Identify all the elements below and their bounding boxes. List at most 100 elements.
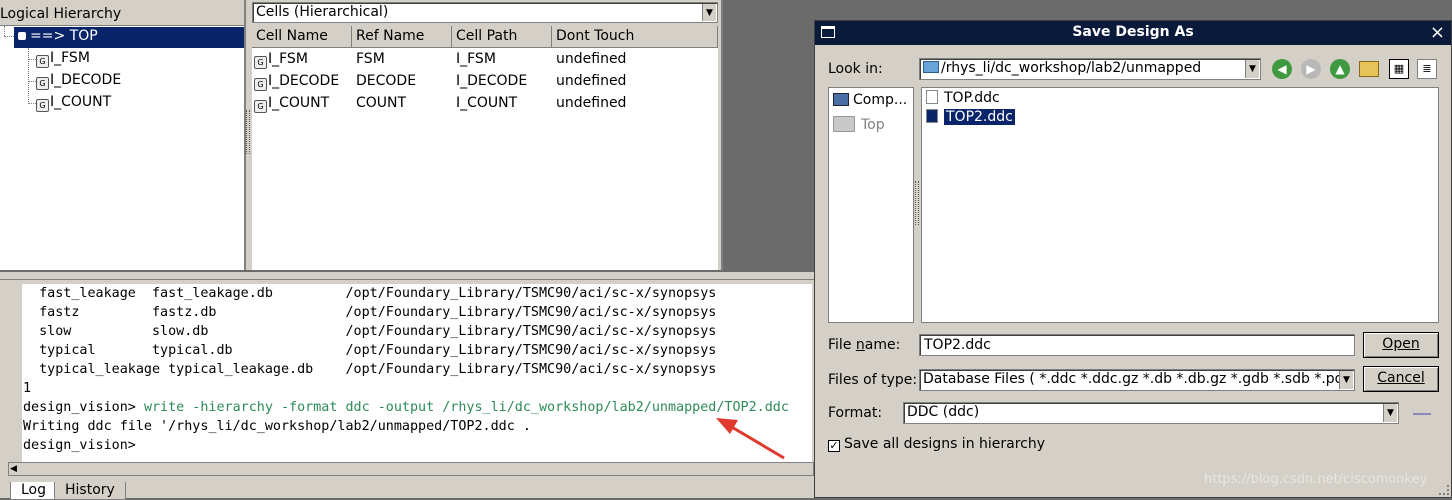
console-command-line: design_vision> write -hierarchy -format … [23,400,812,419]
file-name: TOP.ddc [944,90,1000,106]
hierarchy-header: Logical Hierarchy [0,4,244,26]
resize-grip[interactable] [1439,485,1449,495]
sidebar-item-computer[interactable]: Comp... [833,92,907,108]
cell-icon: G [36,99,49,112]
save-all-checkbox-row[interactable]: ✓ Save all designs in hierarchy [828,436,1045,452]
up-folder-icon[interactable]: ▲ [1330,59,1350,79]
watermark: https://blog.csdn.net/ciscomonkey [1204,472,1428,487]
console-line: design_vision> [23,438,136,453]
console-command: write -hierarchy -format ddc -output /rh… [143,400,789,415]
open-button-label: Open [1382,336,1420,352]
forward-icon[interactable]: ▶ [1301,59,1321,79]
look-in-select[interactable]: /rhys_li/dc_workshop/lab2/unmapped ▼ [919,58,1261,80]
splitter-handle[interactable] [246,110,250,154]
chevron-down-icon[interactable]: ▼ [1383,404,1397,422]
folder-icon [833,116,855,132]
format-select[interactable]: DDC (ddc) ▼ [903,402,1399,424]
save-all-checkbox[interactable]: ✓ [828,440,840,452]
cell-icon: G [254,78,267,91]
tab-history-label: History [65,482,115,498]
console-line: Writing ddc file '/rhys_li/dc_workshop/l… [23,419,531,434]
table-row[interactable]: G I_FSM FSM I_FSM undefined [252,49,718,71]
cancel-button-label: Cancel [1377,370,1425,386]
file-item-selected[interactable]: TOP2.ddc [926,108,1016,126]
tab-log-label: Log [21,482,47,498]
cell-icon: G [254,100,267,113]
tree-item-label: I_DECODE [50,72,122,88]
cells-view-select[interactable]: Cells (Hierarchical) ▼ [252,2,718,23]
tree-item-i-count[interactable]: G I_COUNT [36,93,111,114]
chevron-down-icon[interactable]: ▼ [1245,60,1259,78]
sidebar-splitter[interactable] [915,181,919,225]
tab-log[interactable]: Log [10,482,58,500]
cell-name: I_DECODE [268,73,340,89]
module-icon [18,32,26,40]
format-value: DDC (ddc) [907,404,980,420]
console-line: fastz fastz.db /opt/Foundary_Library/TSM… [23,305,717,320]
column-header-ref-name[interactable]: Ref Name [352,26,452,48]
files-of-type-select[interactable]: Database Files ( *.ddc *.ddc.gz *.db *.d… [919,369,1355,391]
console-line: 1 [23,381,32,396]
annotation-arrow [716,418,785,460]
ref-name: FSM [356,51,385,67]
tree-item-i-decode[interactable]: G I_DECODE [36,71,121,92]
computer-icon [833,93,849,106]
dialog-title: Save Design As [1072,24,1194,40]
ref-name: DECODE [356,73,417,89]
horizontal-scrollbar[interactable]: ◀ [8,462,814,476]
console-line: slow slow.db /opt/Foundary_Library/TSMC9… [23,324,717,339]
sidebar-item-label: Comp... [853,92,908,108]
cells-view-value: Cells (Hierarchical) [256,4,389,20]
format-label: Format: [828,405,883,421]
console-splitter[interactable] [0,274,814,280]
console-line: typical typical.db /opt/Foundary_Library… [23,343,717,358]
column-header-cell-name[interactable]: Cell Name [252,26,352,48]
tree-item-label: ==> TOP [30,28,98,44]
tab-history[interactable]: History [54,482,126,500]
dont-touch: undefined [556,73,627,89]
dont-touch: undefined [556,51,627,67]
file-name: TOP2.ddc [943,108,1016,126]
file-list[interactable]: TOP.ddc TOP2.ddc [921,87,1439,323]
scroll-left-icon[interactable]: ◀ [10,464,17,474]
file-item[interactable]: TOP.ddc [926,90,1000,106]
chevron-down-icon[interactable]: ▼ [1339,371,1353,389]
save-design-dialog: Save Design As × Look in: /rhys_li/dc_wo… [814,20,1452,498]
close-icon[interactable]: × [1430,22,1445,43]
hierarchy-tree[interactable]: ==> TOP G I_FSM G I_DECODE G I_COUNT [0,26,244,270]
open-button[interactable]: Open [1363,332,1439,358]
tree-item-i-fsm[interactable]: G I_FSM [36,49,90,70]
console-output[interactable]: fast_leakage fast_leakage.db /opt/Founda… [22,284,812,462]
files-of-type-value: Database Files ( *.ddc *.ddc.gz *.db *.d… [923,371,1353,387]
hierarchy-panel: Logical Hierarchy ==> TOP G I_FSM G I_DECO… [0,0,246,270]
cancel-button[interactable]: Cancel [1363,366,1439,392]
new-folder-icon[interactable] [1359,61,1379,77]
dialog-title-bar[interactable]: Save Design As × [815,21,1451,45]
sidebar-item-label: Top [861,117,885,133]
table-row[interactable]: G I_DECODE DECODE I_DECODE undefined [252,71,718,93]
table-row[interactable]: G I_COUNT COUNT I_COUNT undefined [252,93,718,115]
dont-touch: undefined [556,95,627,111]
folder-icon [923,61,939,73]
cell-icon: G [36,55,49,68]
format-options-icon[interactable] [1413,413,1431,415]
save-all-label: Save all designs in hierarchy [844,436,1046,452]
cell-name: I_FSM [268,51,308,67]
console-prompt: design_vision> [23,400,144,415]
column-header-cell-path[interactable]: Cell Path [452,26,552,48]
file-icon [926,109,938,123]
detail-view-icon[interactable]: ≣ [1417,59,1437,79]
look-in-value: /rhys_li/dc_workshop/lab2/unmapped [941,60,1202,76]
tree-item-label: I_COUNT [50,94,112,110]
console-line: fast_leakage fast_leakage.db /opt/Founda… [23,286,717,301]
back-icon[interactable]: ◀ [1272,59,1292,79]
tree-item-top[interactable]: ==> TOP [14,27,244,48]
file-name-input[interactable]: TOP2.ddc [919,334,1355,356]
chevron-down-icon[interactable]: ▼ [702,4,716,21]
column-header-dont-touch[interactable]: Dont Touch [552,26,718,48]
console-line: typical_leakage typical_leakage.db /opt/… [23,362,717,377]
list-view-icon[interactable]: ▦ [1389,59,1409,79]
sidebar-item-top[interactable]: Top [833,116,885,133]
look-in-label: Look in: [828,61,883,77]
ref-name: COUNT [356,95,407,111]
